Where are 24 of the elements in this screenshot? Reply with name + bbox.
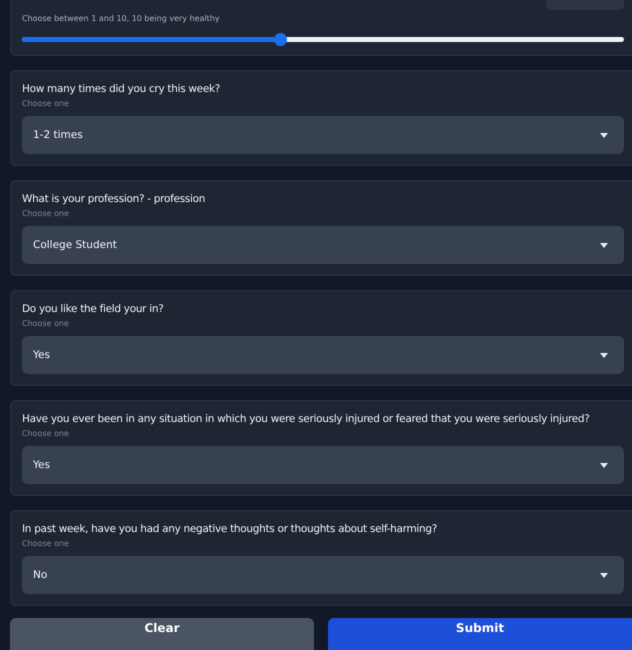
hint-text: Choose one <box>22 538 70 550</box>
slider-thumb[interactable] <box>274 33 287 46</box>
hint-text: Choose one <box>22 318 70 330</box>
caret-icon <box>600 352 608 358</box>
select-dropdown[interactable]: No <box>22 556 624 594</box>
select-dropdown[interactable]: College Student <box>22 226 624 264</box>
caret-icon <box>600 462 608 468</box>
question-label: Do you like the field your in? <box>22 302 164 317</box>
select-dropdown[interactable]: Yes <box>22 336 624 374</box>
caret-icon <box>600 132 608 138</box>
hint-text: Choose one <box>22 428 70 440</box>
question-label: In past week, have you had any negative thoughts or thoughts about self-harming? <box>22 522 438 537</box>
hint-text: Choose one <box>22 98 70 110</box>
question-label: What is your profession? - profession <box>22 192 206 207</box>
hint-text: Choose between 1 and 10, 10 being very healthy <box>22 13 221 25</box>
question-label: How many times did you cry this week? <box>22 82 222 97</box>
hint-text: Choose one <box>22 208 70 220</box>
question-label: Have you ever been in any situation in which you were seriously injured or feared that you were seriously injured? <box>22 412 591 427</box>
clear-button[interactable]: Clear <box>10 618 314 650</box>
caret-icon <box>600 572 608 578</box>
select-dropdown[interactable]: Yes <box>22 446 624 484</box>
submit-button[interactable]: Submit <box>328 618 632 650</box>
select-dropdown[interactable]: 1-2 times <box>22 116 624 154</box>
caret-icon <box>600 242 608 248</box>
